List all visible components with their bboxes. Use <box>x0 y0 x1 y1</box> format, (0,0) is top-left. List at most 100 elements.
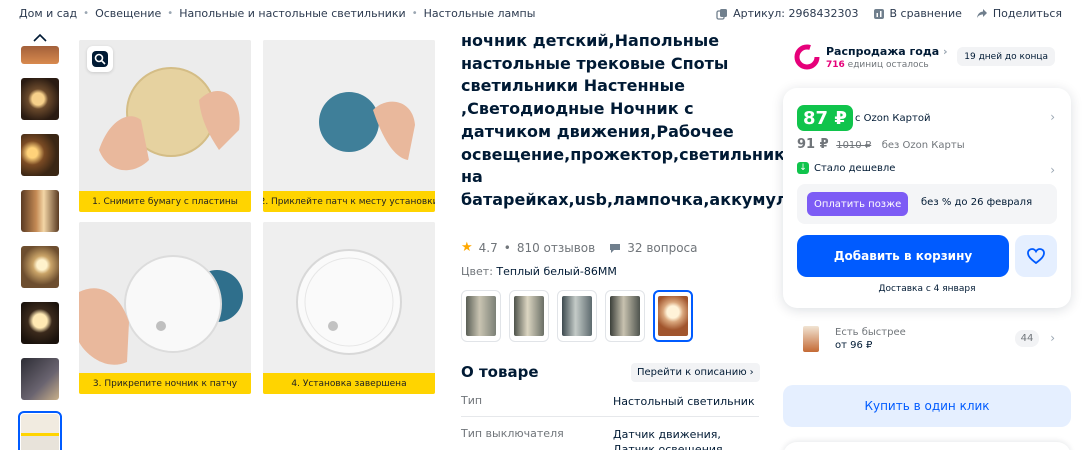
product-title: ночник детский,Напольные настольные трек… <box>461 31 928 209</box>
variant-option[interactable] <box>605 290 645 342</box>
breadcrumb: Дом и сад • Освещение • Напольные и наст… <box>19 7 535 20</box>
breadcrumb-separator: • <box>167 8 174 19</box>
sale-logo-icon <box>794 44 820 70</box>
breadcrumb-item[interactable]: Настольные лампы <box>424 7 536 20</box>
faster-offer[interactable]: Есть быстрее от 96 ₽ 44 › <box>783 318 1071 360</box>
breadcrumb-separator: • <box>83 8 90 19</box>
sale-title: Распродажа года <box>826 44 940 58</box>
variant-option[interactable] <box>557 290 597 342</box>
faster-label: Есть быстрее <box>835 327 906 338</box>
regular-price-row: 91 ₽ 1010 ₽ без Ozon Карты <box>797 137 965 152</box>
apply-patch-illustration <box>263 40 435 212</box>
variant-option-selected[interactable] <box>653 290 693 342</box>
breadcrumb-item[interactable]: Напольные и настольные светильники <box>179 7 406 20</box>
regular-price: 91 ₽ <box>797 137 829 152</box>
breadcrumb-item[interactable]: Дом и сад <box>19 7 77 20</box>
gallery-caption: 3. Прикрепите ночник к патчу <box>79 373 251 394</box>
rating-value: 4.7 <box>478 240 498 255</box>
delivery-info: Доставка с 4 января <box>878 284 976 294</box>
gallery-image: 1. Снимите бумагу с пластины <box>79 40 251 212</box>
gallery-image: 3. Прикрепите ночник к патчу <box>79 222 251 394</box>
questions-count[interactable]: 32 вопроса <box>627 241 697 255</box>
gallery-caption: 4. Установка завершена <box>263 373 435 394</box>
sale-banner[interactable]: Распродажа года › 716 единиц осталось 19… <box>783 36 1071 78</box>
share-label: Поделиться <box>992 7 1062 20</box>
faster-price: от 96 ₽ <box>835 340 873 351</box>
buy-one-click-button[interactable]: Купить в один клик <box>783 385 1071 427</box>
color-label: Цвет: <box>461 265 493 278</box>
offers-count-badge: 44 <box>1015 330 1039 347</box>
compare-icon <box>873 8 884 19</box>
price-dropped-label: Стало дешевле <box>814 162 896 174</box>
add-to-cart-button[interactable]: Добавить в корзину <box>797 235 1009 277</box>
thumbnail-selected[interactable] <box>18 411 62 450</box>
card-price-label[interactable]: с Ozon Картой <box>855 113 930 124</box>
thumbnail[interactable] <box>21 190 59 232</box>
buy-box: 87 ₽ с Ozon Картой › 91 ₽ 1010 ₽ без Ozo… <box>783 88 1071 308</box>
compare-label: В сравнение <box>889 7 962 20</box>
chevron-right-icon[interactable]: › <box>1050 163 1055 177</box>
article-copy[interactable]: Артикул: 2968432303 <box>716 7 859 20</box>
star-icon: ★ <box>461 240 473 255</box>
image-search-button[interactable] <box>87 46 113 72</box>
thumbnail[interactable] <box>21 246 59 288</box>
color-variants <box>461 290 693 342</box>
next-card-edge <box>783 442 1071 450</box>
color-value: Теплый белый-86MM <box>496 265 617 278</box>
chevron-right-icon: › <box>943 44 948 58</box>
card-price: 87 ₽ <box>797 105 853 131</box>
gallery-caption: 2. Приклейте патч к месту установки <box>263 191 435 212</box>
favorite-button[interactable] <box>1015 235 1057 277</box>
chevron-right-icon[interactable]: › <box>1050 110 1055 124</box>
share-icon <box>976 8 987 18</box>
chevron-right-icon: › <box>749 367 754 378</box>
thumbnail[interactable] <box>21 46 59 64</box>
color-label-row: Цвет: Теплый белый-86MM <box>461 265 617 278</box>
spec-key: Тип <box>461 394 483 407</box>
thumbnail[interactable] <box>21 358 59 400</box>
spec-value: Датчик движения, Датчик освещения, Сенсо… <box>613 428 727 450</box>
about-heading: О товаре <box>461 363 539 381</box>
pay-later-button[interactable]: Оплатить позже <box>807 192 909 216</box>
pay-later-block: Оплатить позже без % до 26 февраля <box>797 184 1057 224</box>
spec-divider <box>461 416 759 417</box>
installed-light-illustration <box>263 222 435 394</box>
image-search-icon <box>92 51 108 67</box>
heart-icon <box>1027 248 1045 264</box>
thumbnail-list <box>18 28 62 450</box>
scroll-up-button[interactable] <box>19 28 61 48</box>
share-button[interactable]: Поделиться <box>976 7 1062 20</box>
offer-thumbnail <box>803 326 819 352</box>
go-to-description-label: Перейти к описанию <box>637 367 747 378</box>
sale-count: 716 <box>826 59 845 70</box>
sale-count-text: единиц осталось <box>847 59 929 70</box>
variant-option[interactable] <box>509 290 549 342</box>
chevron-up-icon <box>33 33 47 42</box>
go-to-description-link[interactable]: Перейти к описанию › <box>631 363 760 382</box>
article-number: Артикул: 2968432303 <box>733 7 859 20</box>
copy-icon <box>716 8 728 20</box>
compare-button[interactable]: В сравнение <box>873 7 962 20</box>
sale-days-badge: 19 дней до конца <box>957 47 1055 66</box>
rating-row[interactable]: ★ 4.7 • 810 отзывов 32 вопроса <box>461 240 698 255</box>
thumbnail[interactable] <box>21 302 59 344</box>
breadcrumb-item[interactable]: Освещение <box>95 7 161 20</box>
spec-value: Настольный светильник <box>613 395 755 408</box>
breadcrumb-separator: • <box>411 8 418 19</box>
spec-key: Тип выключателя <box>461 427 564 440</box>
variant-option[interactable] <box>461 290 501 342</box>
thumbnail[interactable] <box>21 78 59 120</box>
question-icon <box>610 243 621 253</box>
arrow-down-icon: ↓ <box>797 162 809 174</box>
price-dropped-row[interactable]: ↓ Стало дешевле <box>797 162 895 174</box>
price-note: без Ozon Карты <box>881 140 965 151</box>
pay-later-text: без % до 26 февраля <box>921 197 1033 208</box>
gallery-caption: 1. Снимите бумагу с пластины <box>79 191 251 212</box>
gallery-image: 4. Установка завершена <box>263 222 435 394</box>
product-meta: Артикул: 2968432303 В сравнение Поделить… <box>716 7 1062 20</box>
product-gallery[interactable]: 1. Снимите бумагу с пластины 2. Приклейт… <box>79 40 435 394</box>
reviews-count[interactable]: 810 отзывов <box>517 241 595 255</box>
thumbnail[interactable] <box>21 134 59 176</box>
old-price: 1010 ₽ <box>836 140 872 151</box>
chevron-right-icon: › <box>1050 331 1055 345</box>
